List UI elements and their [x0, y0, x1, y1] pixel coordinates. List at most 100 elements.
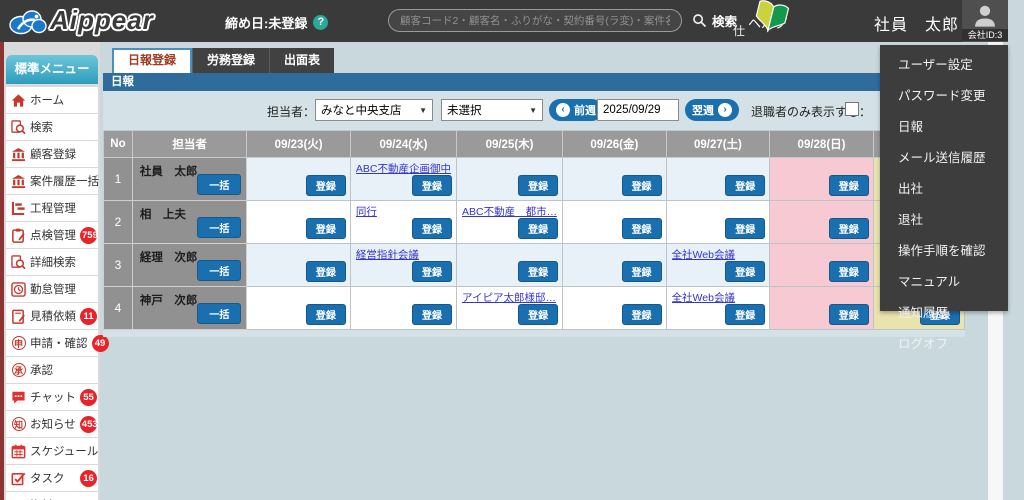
- register-button[interactable]: 登録: [829, 175, 869, 196]
- user-menu-item[interactable]: メール送信履歴: [880, 141, 1008, 172]
- register-button[interactable]: 登録: [412, 261, 452, 282]
- report-link[interactable]: ABC不動産企画御中: [356, 161, 451, 176]
- daily-report-table: No担当者09/23(火)09/24(水)09/25(木)09/26(金)09/…: [103, 130, 965, 330]
- batch-button[interactable]: 一括: [197, 260, 241, 281]
- search-button[interactable]: 検索: [692, 11, 737, 30]
- chevron-left-icon: ‹: [556, 103, 570, 117]
- register-button[interactable]: 登録: [306, 261, 346, 282]
- app-logo[interactable]: Aippear: [8, 5, 154, 36]
- register-button[interactable]: 登録: [518, 218, 558, 239]
- search-icon: [11, 120, 26, 135]
- user-menu-item[interactable]: ログオフ: [880, 327, 1008, 358]
- register-button[interactable]: 登録: [829, 261, 869, 282]
- batch-button[interactable]: 一括: [197, 217, 241, 238]
- sidebar-item[interactable]: 知お知らせ453: [6, 411, 98, 437]
- table-row: 4神戸 次郎一括登録登録アイピア太郎様邸…登録登録全社Web会議登録登録登録: [104, 287, 965, 330]
- report-link[interactable]: アイピア太郎様邸…: [462, 290, 557, 305]
- sidebar-item[interactable]: 点検管理759: [6, 222, 98, 248]
- user-menu-item[interactable]: 退社: [880, 203, 1008, 234]
- register-button[interactable]: 登録: [622, 218, 662, 239]
- tab[interactable]: 労務登録: [192, 48, 269, 73]
- user-menu-item[interactable]: マニュアル: [880, 265, 1008, 296]
- column-header: 09/24(水): [350, 131, 456, 158]
- register-button[interactable]: 登録: [622, 304, 662, 325]
- sidebar-item[interactable]: 申申請・確認49: [6, 330, 98, 356]
- report-link[interactable]: 経営指針会議: [356, 247, 451, 262]
- retiree-only-checkbox[interactable]: [845, 102, 859, 116]
- document-pencil-icon: [11, 309, 26, 324]
- staff-name-cell: 神戸 次郎一括: [132, 287, 247, 330]
- user-menu-item[interactable]: 通知履歴: [880, 296, 1008, 327]
- sidebar-item[interactable]: 顧客登録: [6, 141, 98, 167]
- filter-toolbar: 担当者： みなと中央支店▼ 未選択▼ ‹ 前週 翌週 › 退職者のみ表示する：: [103, 91, 965, 130]
- sidebar-item[interactable]: 見積依頼11: [6, 303, 98, 329]
- sidebar-item[interactable]: チャット55: [6, 384, 98, 410]
- sidebar-item[interactable]: 詳細検索: [6, 249, 98, 275]
- panel-title-bar: 日報: [103, 73, 965, 91]
- day-cell: 同行登録: [350, 201, 456, 244]
- report-link[interactable]: 同行: [356, 204, 451, 219]
- chat-icon: [11, 390, 26, 405]
- register-button[interactable]: 登録: [622, 261, 662, 282]
- global-search-input[interactable]: [388, 9, 682, 32]
- user-name[interactable]: 社員 太郎: [874, 11, 959, 35]
- prev-week-button[interactable]: ‹ 前週: [549, 99, 603, 121]
- sidebar-item-label: チャット: [30, 389, 76, 405]
- sidebar-item[interactable]: スケジュール: [6, 438, 98, 464]
- column-header: No: [104, 131, 133, 158]
- day-cell: ABC不動産 都市…登録: [456, 201, 562, 244]
- report-link[interactable]: 全社Web会議: [672, 290, 765, 305]
- next-week-button[interactable]: 翌週 ›: [685, 99, 739, 121]
- register-button[interactable]: 登録: [725, 304, 765, 325]
- staff-select[interactable]: 未選択▼: [441, 99, 543, 121]
- user-menu-item[interactable]: 日報: [880, 110, 1008, 141]
- user-menu-item[interactable]: ユーザー設定: [880, 48, 1008, 79]
- register-button[interactable]: 登録: [725, 261, 765, 282]
- sidebar-item[interactable]: 検索: [6, 114, 98, 140]
- register-button[interactable]: 登録: [622, 175, 662, 196]
- register-button[interactable]: 登録: [412, 175, 452, 196]
- search-icon: [11, 255, 26, 270]
- batch-button[interactable]: 一括: [197, 303, 241, 324]
- register-button[interactable]: 登録: [306, 218, 346, 239]
- register-button[interactable]: 登録: [725, 218, 765, 239]
- register-button[interactable]: 登録: [829, 304, 869, 325]
- register-button[interactable]: 登録: [518, 261, 558, 282]
- help-question-icon[interactable]: ?: [313, 15, 328, 30]
- sidebar-item[interactable]: 資料: [6, 492, 98, 500]
- register-button[interactable]: 登録: [829, 218, 869, 239]
- sidebar-item[interactable]: 勤怠管理: [6, 276, 98, 302]
- register-button[interactable]: 登録: [518, 304, 558, 325]
- sidebar-item[interactable]: 工程管理: [6, 195, 98, 221]
- register-button[interactable]: 登録: [518, 175, 558, 196]
- user-avatar[interactable]: 会社ID:3: [962, 0, 1008, 42]
- week-date-input[interactable]: [597, 99, 679, 121]
- tab[interactable]: 出面表: [269, 48, 334, 73]
- sidebar-item[interactable]: タスク16: [6, 465, 98, 491]
- sidebar-item-label: 検索: [30, 119, 53, 135]
- clipboard-icon: [11, 228, 26, 243]
- user-menu-item[interactable]: 出社: [880, 172, 1008, 203]
- register-button[interactable]: 登録: [412, 304, 452, 325]
- sidebar-item[interactable]: 案件履歴一括: [6, 168, 98, 194]
- tab[interactable]: 日報登録: [112, 48, 192, 73]
- user-menu-item[interactable]: パスワード変更: [880, 79, 1008, 110]
- sidebar: 標準メニュー ホーム検索顧客登録案件履歴一括工程管理点検管理759詳細検索勤怠管…: [0, 42, 100, 500]
- sidebar-item[interactable]: 承承認: [6, 357, 98, 383]
- sidebar-item[interactable]: ホーム: [6, 87, 98, 113]
- batch-button[interactable]: 一括: [197, 174, 241, 195]
- register-button[interactable]: 登録: [725, 175, 765, 196]
- day-cell: 登録: [563, 158, 666, 201]
- beginner-mark-icon[interactable]: [749, 0, 793, 40]
- report-link[interactable]: 全社Web会議: [672, 247, 765, 262]
- magnifier-icon: [692, 13, 707, 28]
- gantt-icon: [11, 201, 26, 216]
- register-button[interactable]: 登録: [306, 304, 346, 325]
- register-button[interactable]: 登録: [306, 175, 346, 196]
- register-button[interactable]: 登録: [412, 218, 452, 239]
- notification-badge: 11: [80, 308, 97, 325]
- branch-select[interactable]: みなと中央支店▼: [315, 99, 433, 121]
- staff-name-cell: 社員 太郎一括: [132, 158, 247, 201]
- user-menu-item[interactable]: 操作手順を確認: [880, 234, 1008, 265]
- report-link[interactable]: ABC不動産 都市…: [462, 204, 557, 219]
